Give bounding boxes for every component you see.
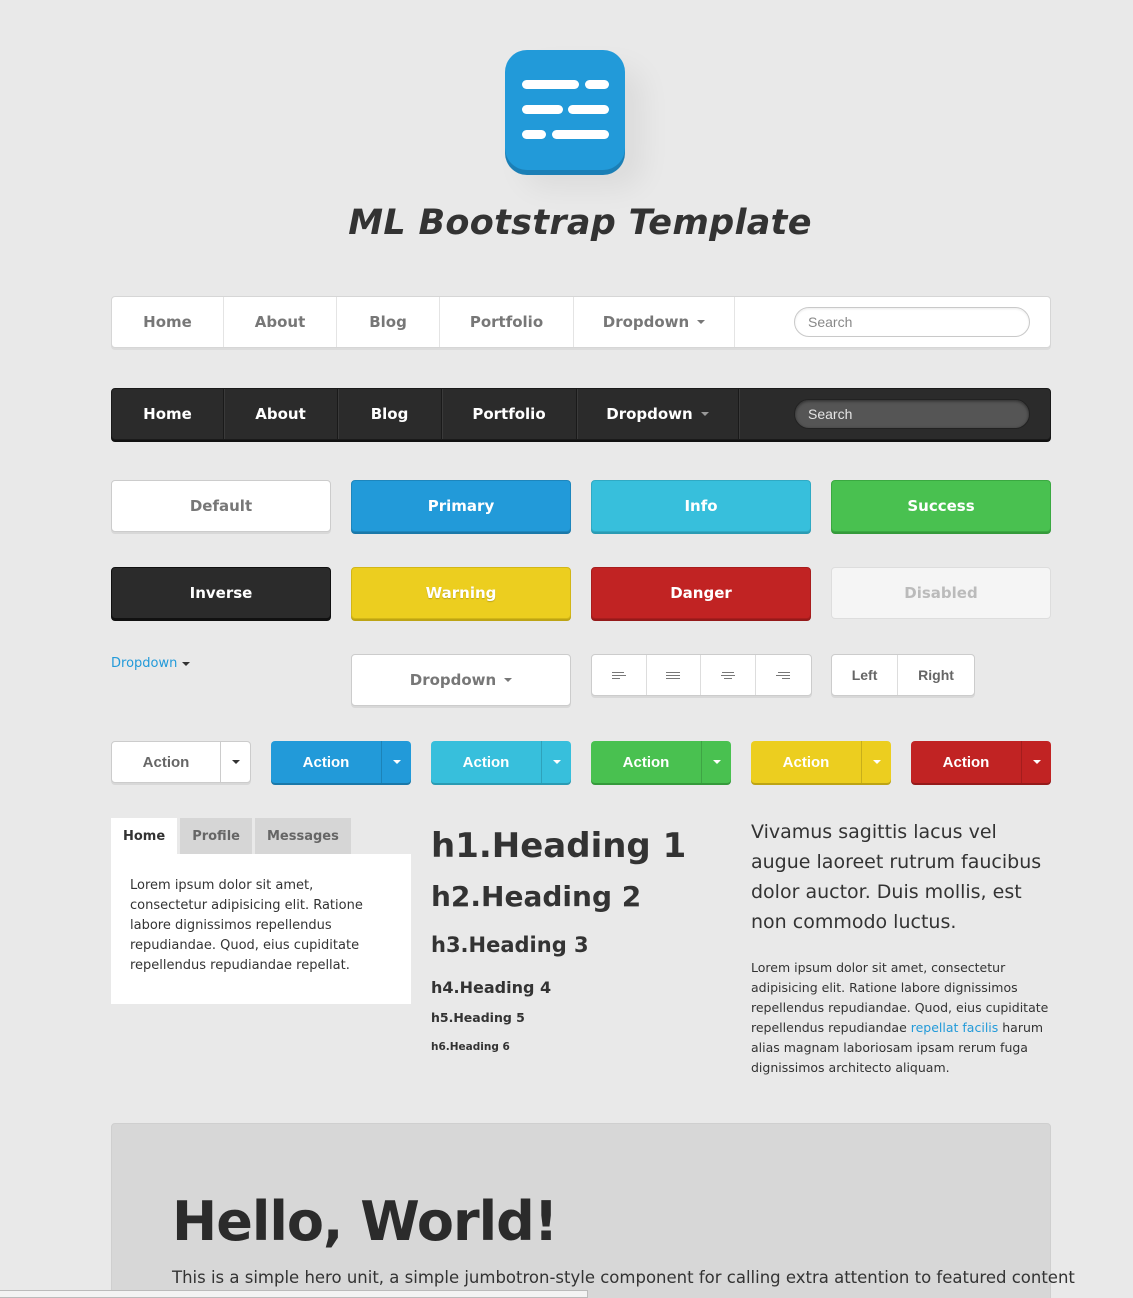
logo-line xyxy=(568,105,609,114)
align-justify-icon xyxy=(666,670,681,681)
align-justify-button[interactable] xyxy=(647,655,701,695)
heading-3: h3.Heading 3 xyxy=(431,933,589,957)
action-button[interactable]: Action xyxy=(112,742,220,782)
caret-down-icon xyxy=(552,760,561,764)
caret-down-icon xyxy=(231,760,240,764)
nav-item-home[interactable]: Home xyxy=(112,297,224,347)
tab-home[interactable]: Home xyxy=(111,818,178,854)
caret-down-icon xyxy=(392,760,401,764)
align-right-button[interactable] xyxy=(756,655,811,695)
align-center-button[interactable] xyxy=(701,655,756,695)
action-button[interactable]: Action xyxy=(431,741,541,783)
action-button[interactable]: Action xyxy=(911,741,1021,783)
primary-button[interactable]: Primary xyxy=(351,480,571,532)
caret-down-icon xyxy=(504,678,513,682)
body-paragraph: Lorem ipsum dolor sit amet, consectetur … xyxy=(751,960,1049,1075)
hero-unit: Hello, World! This is a simple hero unit… xyxy=(111,1123,1075,1298)
split-toggle[interactable] xyxy=(381,741,411,783)
logo-line xyxy=(522,80,579,89)
navbar-light: Home About Blog Portfolio Dropdown xyxy=(111,296,1051,348)
heading-6: h6.Heading 6 xyxy=(431,1041,510,1053)
success-button[interactable]: Success xyxy=(831,480,1051,532)
heading-2: h2.Heading 2 xyxy=(431,880,642,913)
caret-down-icon xyxy=(700,412,709,416)
nav-item-portfolio[interactable]: Portfolio xyxy=(440,297,574,347)
tab-profile[interactable]: Profile xyxy=(180,818,252,854)
nav-item-blog[interactable]: Blog xyxy=(337,297,440,347)
hero-title: Hello, World! xyxy=(172,1190,558,1253)
right-button[interactable]: Right xyxy=(898,655,974,695)
split-button-warning: Action xyxy=(751,741,891,783)
heading-1: h1.Heading 1 xyxy=(431,826,687,866)
align-button-group xyxy=(591,654,812,696)
search-input-dark[interactable] xyxy=(794,399,1030,429)
danger-button[interactable]: Danger xyxy=(591,567,811,619)
info-button[interactable]: Info xyxy=(591,480,811,532)
search-input[interactable] xyxy=(794,307,1030,337)
warning-button[interactable]: Warning xyxy=(351,567,571,619)
caret-down-icon xyxy=(1032,760,1041,764)
nav-item-portfolio[interactable]: Portfolio xyxy=(442,389,577,439)
heading-5: h5.Heading 5 xyxy=(431,1010,525,1025)
lead-text: Vivamus sagittis lacus vel augue laoreet… xyxy=(751,821,1042,933)
nav-item-blog[interactable]: Blog xyxy=(338,389,442,439)
dropdown-link[interactable]: Dropdown xyxy=(111,656,191,671)
inverse-button[interactable]: Inverse xyxy=(111,567,331,619)
hero-text: This is a simple hero unit, a simple jum… xyxy=(172,1268,1075,1287)
split-toggle[interactable] xyxy=(701,741,731,783)
split-toggle[interactable] xyxy=(220,742,250,782)
split-toggle[interactable] xyxy=(541,741,571,783)
split-button-success: Action xyxy=(591,741,731,783)
navbar-dark: Home About Blog Portfolio Dropdown xyxy=(111,388,1051,440)
logo-line xyxy=(522,105,563,114)
logo-line xyxy=(522,130,546,139)
action-button[interactable]: Action xyxy=(591,741,701,783)
align-left-button[interactable] xyxy=(592,655,647,695)
left-button[interactable]: Left xyxy=(832,655,899,695)
nav-item-about[interactable]: About xyxy=(224,297,337,347)
inline-link[interactable]: repellat facilis xyxy=(911,1020,999,1035)
caret-down-icon xyxy=(697,320,706,324)
align-right-icon xyxy=(776,670,791,681)
tab-messages[interactable]: Messages xyxy=(254,818,351,854)
nav-item-about[interactable]: About xyxy=(224,389,338,439)
browser-status-bar xyxy=(0,1290,588,1298)
caret-down-icon xyxy=(182,661,191,666)
default-button[interactable]: Default xyxy=(111,480,331,532)
action-button[interactable]: Action xyxy=(751,741,861,783)
caret-down-icon xyxy=(712,760,721,764)
split-button-default: Action xyxy=(111,741,251,783)
action-button[interactable]: Action xyxy=(271,741,381,783)
nav-item-dropdown[interactable]: Dropdown xyxy=(577,389,739,439)
app-logo xyxy=(505,50,625,170)
split-button-primary: Action xyxy=(271,741,411,783)
disabled-button: Disabled xyxy=(831,567,1051,619)
tab-bar: Home Profile Messages xyxy=(111,818,354,854)
align-left-icon xyxy=(611,670,626,681)
heading-4: h4.Heading 4 xyxy=(431,978,552,997)
split-toggle[interactable] xyxy=(1021,741,1051,783)
left-right-button-group: Left Right xyxy=(831,654,975,696)
split-button-info: Action xyxy=(431,741,571,783)
align-center-icon xyxy=(720,670,735,681)
caret-down-icon xyxy=(872,760,881,764)
logo-line xyxy=(552,130,609,139)
tab-content: Lorem ipsum dolor sit amet, consectetur … xyxy=(111,854,411,1004)
split-toggle[interactable] xyxy=(861,741,891,783)
logo-line xyxy=(585,80,609,89)
nav-item-home[interactable]: Home xyxy=(112,389,224,439)
page-title: ML Bootstrap Template xyxy=(348,203,812,243)
dropdown-button[interactable]: Dropdown xyxy=(351,654,571,706)
nav-item-dropdown[interactable]: Dropdown xyxy=(574,297,735,347)
split-button-danger: Action xyxy=(911,741,1051,783)
